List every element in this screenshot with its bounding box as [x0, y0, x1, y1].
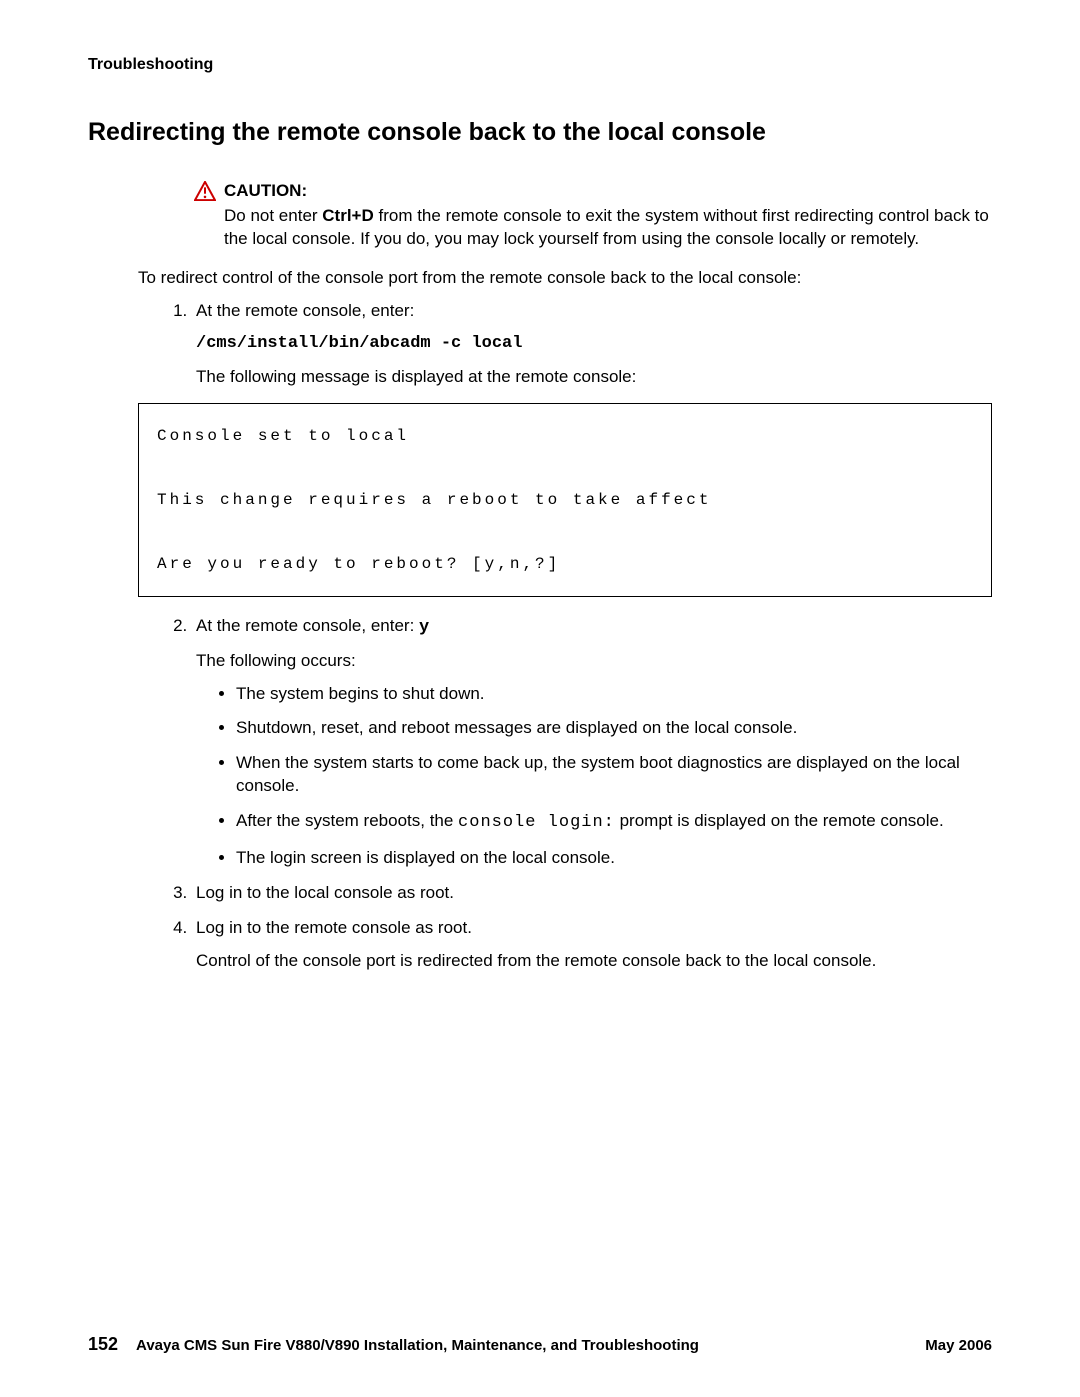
section-title: Redirecting the remote console back to t…	[88, 118, 992, 147]
footer-title: Avaya CMS Sun Fire V880/V890 Installatio…	[136, 1337, 925, 1354]
bullet-4-code: console login:	[458, 813, 615, 832]
step-2-after: The following occurs:	[196, 651, 356, 670]
bullet-2: Shutdown, reset, and reboot messages are…	[236, 717, 992, 740]
page-number: 152	[88, 1334, 118, 1355]
step-2-input: y	[419, 618, 429, 637]
step-4-text: Log in to the remote console as root.	[196, 917, 992, 940]
bullet-3: When the system starts to come back up, …	[236, 752, 992, 798]
caution-icon	[194, 181, 216, 201]
page-footer: 152 Avaya CMS Sun Fire V880/V890 Install…	[88, 1334, 992, 1355]
bullet-1: The system begins to shut down.	[236, 683, 992, 706]
caution-label: CAUTION:	[224, 181, 307, 201]
step-2: At the remote console, enter: y The foll…	[192, 615, 992, 871]
page: Troubleshooting Redirecting the remote c…	[0, 0, 1080, 1397]
steps-list-cont: At the remote console, enter: y The foll…	[158, 615, 992, 973]
footer-date: May 2006	[925, 1337, 992, 1354]
step-3: Log in to the local console as root.	[192, 882, 992, 905]
step-2-bullets: The system begins to shut down. Shutdown…	[218, 683, 992, 871]
bullet-4-pre: After the system reboots, the	[236, 811, 458, 830]
step-1-after: The following message is displayed at th…	[196, 367, 636, 386]
step-1-command: /cms/install/bin/abcadm -c local	[196, 333, 992, 356]
step-2-text: At the remote console, enter: y	[196, 615, 992, 640]
step-4: Log in to the remote console as root. Co…	[192, 917, 992, 973]
intro-paragraph: To redirect control of the console port …	[138, 267, 992, 290]
caution-text-pre: Do not enter	[224, 206, 322, 225]
caution-body: Do not enter Ctrl+D from the remote cons…	[224, 205, 992, 251]
step-1: At the remote console, enter: /cms/insta…	[192, 300, 992, 389]
step-1-text: At the remote console, enter:	[196, 300, 992, 323]
step-3-text: Log in to the local console as root.	[196, 882, 992, 905]
bullet-5: The login screen is displayed on the loc…	[236, 847, 992, 870]
bullet-4-post: prompt is displayed on the remote consol…	[615, 811, 944, 830]
kbd-shortcut: Ctrl+D	[322, 206, 373, 225]
steps-list: At the remote console, enter: /cms/insta…	[158, 300, 992, 389]
step-4-after: Control of the console port is redirecte…	[196, 951, 876, 970]
caution-block: CAUTION: Do not enter Ctrl+D from the re…	[194, 181, 992, 251]
bullet-4: After the system reboots, the console lo…	[236, 810, 992, 835]
console-output-box: Console set to local This change require…	[138, 403, 992, 597]
caution-head: CAUTION:	[194, 181, 992, 201]
running-head: Troubleshooting	[88, 56, 992, 74]
step-2-text-pre: At the remote console, enter:	[196, 616, 419, 635]
